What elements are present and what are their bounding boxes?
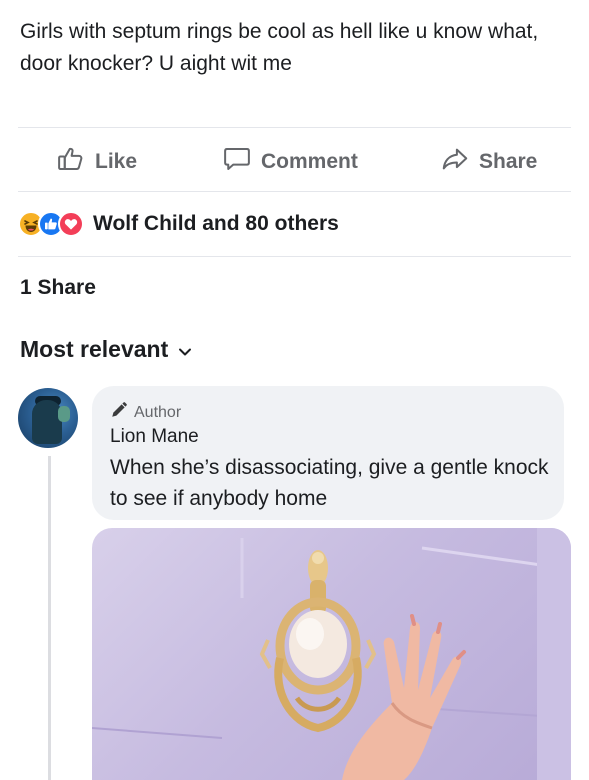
chevron-down-icon xyxy=(168,336,192,363)
post-actions-bar: Like Comment Share xyxy=(0,140,589,184)
reactions-summary-text: Wolf Child and 80 others xyxy=(93,212,339,235)
share-label: Share xyxy=(479,150,538,173)
comment-thread-line xyxy=(48,456,51,780)
reactions-summary[interactable]: Wolf Child and 80 others xyxy=(18,208,339,240)
share-button[interactable]: Share xyxy=(440,140,537,184)
divider xyxy=(18,127,571,128)
like-button[interactable]: Like xyxy=(56,140,137,184)
comment-text: When she’s disassociating, give a gentle… xyxy=(110,456,549,510)
comment-label: Comment xyxy=(261,150,358,173)
comment-button[interactable]: Comment xyxy=(222,140,358,184)
door-knocker-illustration xyxy=(92,528,571,780)
shares-count[interactable]: 1 Share xyxy=(20,276,96,300)
avatar-hand xyxy=(58,406,70,422)
author-badge: Author xyxy=(110,401,181,424)
divider xyxy=(18,256,571,257)
sort-label: Most relevant xyxy=(20,336,169,362)
speech-bubble-icon xyxy=(222,144,261,180)
avatar[interactable] xyxy=(18,388,78,448)
like-label: Like xyxy=(95,150,138,173)
post-text: Girls with septum rings be cool as hell … xyxy=(20,20,539,75)
reaction-icons xyxy=(18,211,84,237)
commenter-name[interactable]: Lion Mane xyxy=(110,426,199,448)
comment-sort-dropdown[interactable]: Most relevant xyxy=(20,336,192,363)
comment-image[interactable] xyxy=(92,528,571,780)
comment-bubble: Author Lion Mane When she’s disassociati… xyxy=(92,386,564,520)
pencil-icon xyxy=(110,401,134,424)
thumbs-up-icon xyxy=(56,144,95,180)
avatar-figure xyxy=(32,400,62,444)
author-badge-label: Author xyxy=(134,403,182,421)
love-icon xyxy=(58,211,84,237)
share-arrow-icon xyxy=(440,144,479,180)
divider xyxy=(18,191,571,192)
